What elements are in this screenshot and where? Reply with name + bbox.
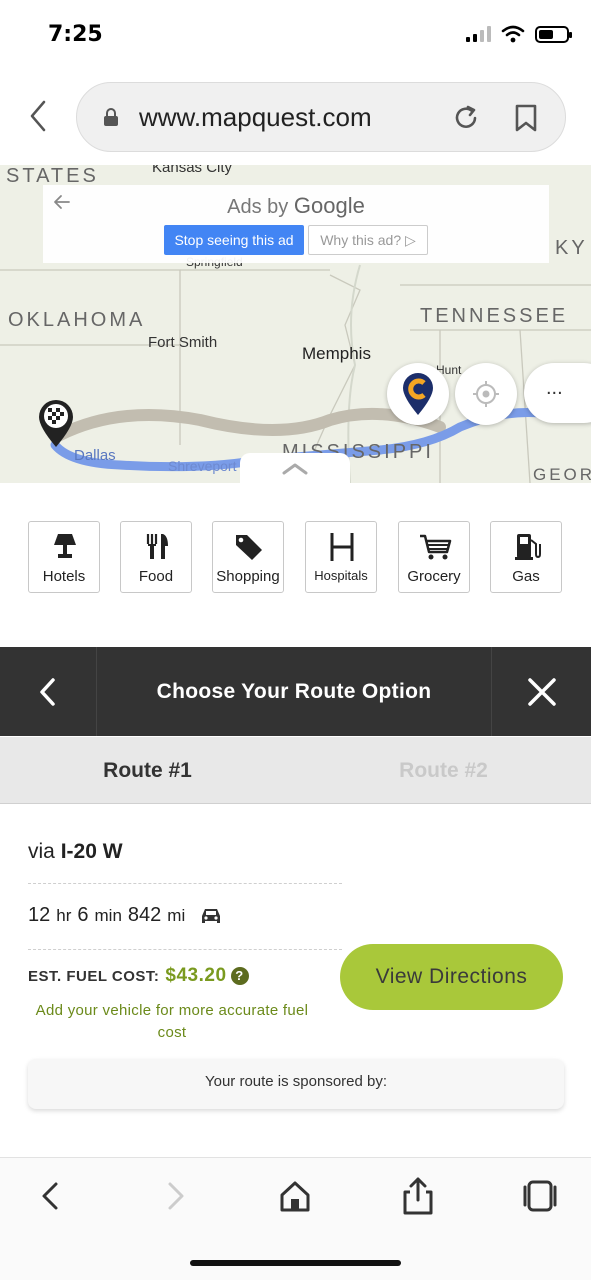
- add-vehicle-link[interactable]: Add your vehicle for more accurate fuel …: [28, 1000, 316, 1044]
- ads-by-google-label: Ads by Google: [43, 193, 549, 219]
- map-label-fort-smith: Fort Smith: [148, 334, 218, 351]
- mapquest-pin-icon: [403, 373, 433, 415]
- google-ad-overlay: Ads by Google Stop seeing this ad Why th…: [43, 185, 549, 263]
- google-logo-text: Google: [293, 193, 365, 218]
- category-grocery-button[interactable]: Grocery: [398, 521, 470, 593]
- hours-unit: hr: [56, 905, 72, 925]
- wifi-icon: [501, 25, 525, 43]
- category-hotels-label: Hotels: [42, 568, 86, 585]
- distance-value: 842: [127, 904, 162, 926]
- lock-icon: [104, 108, 118, 126]
- divider: [28, 883, 342, 884]
- ads-by-text: Ads by: [227, 196, 289, 218]
- route-back-button[interactable]: [0, 647, 97, 736]
- category-hotels-button[interactable]: Hotels: [28, 521, 100, 593]
- map-label-georgia: GEOR: [533, 465, 591, 483]
- category-gas-button[interactable]: Gas: [490, 521, 562, 593]
- signal-icon: [466, 26, 491, 42]
- map-label-memphis: Memphis: [302, 344, 371, 363]
- stop-seeing-ad-button[interactable]: Stop seeing this ad: [164, 225, 304, 255]
- hospital-icon: [330, 533, 354, 561]
- fuel-pump-icon: [515, 534, 541, 560]
- fork-knife-icon: [146, 534, 168, 559]
- category-food-label: Food: [138, 568, 174, 585]
- close-icon: [527, 677, 556, 706]
- browser-forward-button-icon[interactable]: [154, 1176, 194, 1216]
- more-options-button[interactable]: ...: [524, 363, 591, 423]
- help-icon[interactable]: ?: [230, 967, 249, 985]
- car-icon: [202, 908, 221, 923]
- route-close-button[interactable]: [491, 647, 591, 736]
- route-panel-header: Choose Your Route Option: [0, 647, 591, 736]
- address-bar[interactable]: www.mapquest.com: [76, 82, 566, 152]
- category-shopping-button[interactable]: Shopping: [212, 521, 284, 593]
- category-buttons: Hotels Food Shopping Hospitals Grocery G…: [28, 521, 564, 593]
- url-text: www.mapquest.com: [139, 101, 372, 132]
- tab-route-2[interactable]: Route #2: [296, 737, 591, 804]
- map-label-dallas: Dallas: [74, 447, 116, 464]
- chevron-up-icon: [282, 463, 308, 475]
- share-icon[interactable]: [398, 1176, 438, 1216]
- crosshair-icon: [473, 381, 499, 407]
- lamp-icon: [54, 534, 76, 558]
- duration-hours: 12: [28, 904, 51, 926]
- status-bar: 7:25: [0, 0, 591, 70]
- home-icon[interactable]: [275, 1176, 315, 1216]
- reload-icon[interactable]: [451, 103, 481, 133]
- tabs-icon[interactable]: [520, 1176, 560, 1216]
- sponsor-banner: Your route is sponsored by:: [28, 1059, 564, 1109]
- minutes-unit: min: [94, 905, 122, 925]
- category-hospitals-label: Hospitals: [314, 568, 368, 583]
- browser-back-button-icon[interactable]: [32, 1176, 72, 1216]
- route-tabs: Route #1 Route #2: [0, 737, 591, 804]
- home-indicator: [190, 1260, 401, 1266]
- battery-icon: [535, 25, 572, 43]
- route-via: via I-20 W: [28, 840, 123, 864]
- via-road: I-20 W: [60, 840, 123, 863]
- duration-minutes: 6: [77, 904, 89, 926]
- chevron-left-icon: [40, 677, 55, 706]
- fuel-cost-label: EST. FUEL COST:: [28, 967, 160, 985]
- mapquest-logo-button[interactable]: [387, 363, 449, 425]
- bookmark-icon[interactable]: [513, 103, 539, 133]
- route-map[interactable]: STATES Kansas City Springfield OKLAHOMA …: [0, 165, 591, 483]
- category-grocery-label: Grocery: [407, 568, 461, 585]
- adchoices-icon: ▷: [405, 232, 416, 248]
- divider: [28, 949, 342, 950]
- status-icons: [466, 25, 572, 43]
- via-prefix: via: [28, 840, 55, 863]
- view-directions-button[interactable]: View Directions: [340, 944, 563, 1010]
- destination-flag-marker[interactable]: [35, 397, 77, 449]
- category-hospitals-button[interactable]: Hospitals: [305, 521, 377, 593]
- distance-unit: mi: [167, 905, 186, 925]
- map-label-oklahoma: OKLAHOMA: [8, 309, 146, 331]
- map-label-tennessee: TENNESSEE: [420, 305, 569, 327]
- map-label-shreveport: Shreveport: [168, 458, 237, 474]
- fuel-cost-row: EST. FUEL COST: $43.20 ?: [28, 965, 249, 987]
- browser-back-icon[interactable]: [24, 96, 54, 136]
- why-this-ad-label: Why this ad?: [320, 232, 402, 248]
- category-gas-label: Gas: [512, 568, 540, 585]
- tag-icon: [236, 535, 262, 560]
- map-label-kentucky: KY: [555, 237, 588, 259]
- category-food-button[interactable]: Food: [120, 521, 192, 593]
- why-this-ad-button[interactable]: Why this ad? ▷: [308, 225, 428, 255]
- tab-route-1[interactable]: Route #1: [0, 737, 295, 804]
- status-time: 7:25: [48, 22, 103, 47]
- map-label-kansas-city: Kansas City: [152, 165, 233, 176]
- map-collapse-handle[interactable]: [240, 453, 350, 483]
- fuel-cost-value: $43.20: [165, 965, 227, 986]
- category-shopping-label: Shopping: [216, 568, 280, 585]
- route-stats: 12 hr 6 min 842 mi: [28, 904, 223, 927]
- cart-icon: [420, 534, 452, 560]
- browser-toolbar: www.mapquest.com: [0, 82, 591, 152]
- route-panel-title: Choose Your Route Option: [156, 680, 432, 703]
- locate-me-button[interactable]: [455, 363, 517, 425]
